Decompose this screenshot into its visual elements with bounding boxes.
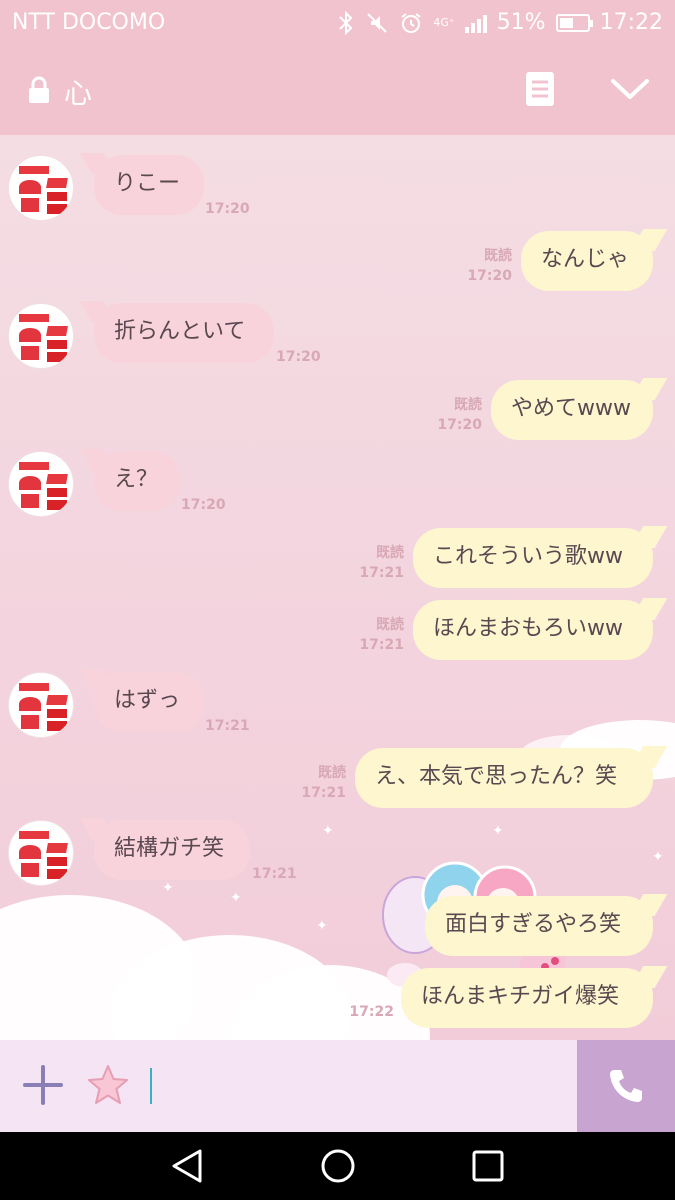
contact-avatar[interactable] xyxy=(8,820,74,886)
contact-avatar[interactable] xyxy=(8,672,74,738)
mute-icon xyxy=(367,12,388,33)
contact-avatar[interactable] xyxy=(8,451,74,517)
battery-fill xyxy=(559,17,573,28)
read-receipt: 既読 xyxy=(454,397,482,413)
message-bubble-outgoing[interactable]: ほんまおもろいww xyxy=(413,600,653,660)
message-bubble-incoming[interactable]: 結構ガチ笑 xyxy=(94,820,250,880)
lock-icon xyxy=(29,76,49,103)
status-bar: NTT DOCOMO 4G⁺ 51% 17:22 xyxy=(0,0,675,48)
message-bubble-incoming[interactable]: 折らんといて xyxy=(94,303,274,363)
sparkle-decoration: ✦ xyxy=(652,849,664,865)
message-bubble-outgoing[interactable]: え、本気で思ったん？笑 xyxy=(355,748,653,808)
recents-square-icon[interactable] xyxy=(472,1150,504,1182)
battery-icon xyxy=(555,13,593,32)
chevron-down-icon[interactable] xyxy=(610,76,650,102)
sparkle-decoration: ✦ xyxy=(230,890,242,906)
message-time: 17:20 xyxy=(276,349,321,365)
message-time: 17:21 xyxy=(301,785,346,801)
bluetooth-icon xyxy=(339,10,353,35)
message-time: 17:21 xyxy=(252,866,297,882)
read-receipt: 既読 xyxy=(376,617,404,633)
message-input-field[interactable] xyxy=(150,1068,152,1104)
message-time: 17:21 xyxy=(359,637,404,653)
message-time: 17:20 xyxy=(181,497,226,513)
message-bubble-incoming[interactable]: りこー xyxy=(94,155,204,215)
home-circle-icon[interactable] xyxy=(320,1148,356,1184)
signal-icon xyxy=(464,13,487,33)
star-icon[interactable] xyxy=(86,1064,130,1106)
contact-avatar[interactable] xyxy=(8,303,74,369)
message-bubble-outgoing[interactable]: これそういう歌ww xyxy=(413,528,653,588)
alarm-icon xyxy=(401,12,421,33)
battery-percent: 51% xyxy=(496,10,546,35)
sparkle-decoration: ✦ xyxy=(316,918,328,934)
plus-icon[interactable] xyxy=(22,1064,64,1106)
chat-header: 心 xyxy=(0,48,675,135)
message-time: 17:22 xyxy=(349,1004,394,1020)
sparkle-decoration: ✦ xyxy=(322,823,334,839)
carrier-name: NTT DOCOMO xyxy=(12,10,166,35)
sparkle-decoration: ✦ xyxy=(492,823,504,839)
message-time: 17:20 xyxy=(437,417,482,433)
read-receipt: 既読 xyxy=(484,248,512,264)
network-type: 4G⁺ xyxy=(433,16,455,29)
message-bubble-outgoing[interactable]: なんじゃ xyxy=(521,231,653,291)
message-time: 17:20 xyxy=(467,268,512,284)
status-icons: 4G⁺ 51% 17:22 xyxy=(337,10,663,35)
contact-avatar[interactable] xyxy=(8,155,74,221)
note-icon[interactable] xyxy=(526,72,554,106)
message-bubble-outgoing[interactable]: 面白すぎるやろ笑 xyxy=(425,896,653,956)
message-time: 17:20 xyxy=(205,201,250,217)
chat-area[interactable]: ✦ ✦ ✦ ✦ ✦ ✦ りこー 17:20 なんじゃ 既読 17:20 折らんと… xyxy=(0,135,675,1040)
read-receipt: 既読 xyxy=(376,545,404,561)
status-time: 17:22 xyxy=(599,10,663,35)
back-triangle-icon[interactable] xyxy=(170,1148,204,1184)
message-time: 17:21 xyxy=(205,718,250,734)
message-bubble-outgoing[interactable]: ほんまキチガイ爆笑 xyxy=(401,968,653,1028)
message-time: 17:21 xyxy=(359,565,404,581)
message-bubble-incoming[interactable]: はずっ xyxy=(94,672,204,732)
call-button[interactable] xyxy=(577,1040,675,1132)
system-nav-bar xyxy=(0,1132,675,1200)
message-input-bar xyxy=(0,1040,675,1132)
chat-title: 心 xyxy=(64,77,93,110)
read-receipt: 既読 xyxy=(318,765,346,781)
sparkle-decoration: ✦ xyxy=(162,880,174,896)
message-bubble-outgoing[interactable]: やめてwww xyxy=(491,380,653,440)
message-bubble-incoming[interactable]: え？ xyxy=(94,451,180,511)
phone-icon xyxy=(610,1070,642,1102)
